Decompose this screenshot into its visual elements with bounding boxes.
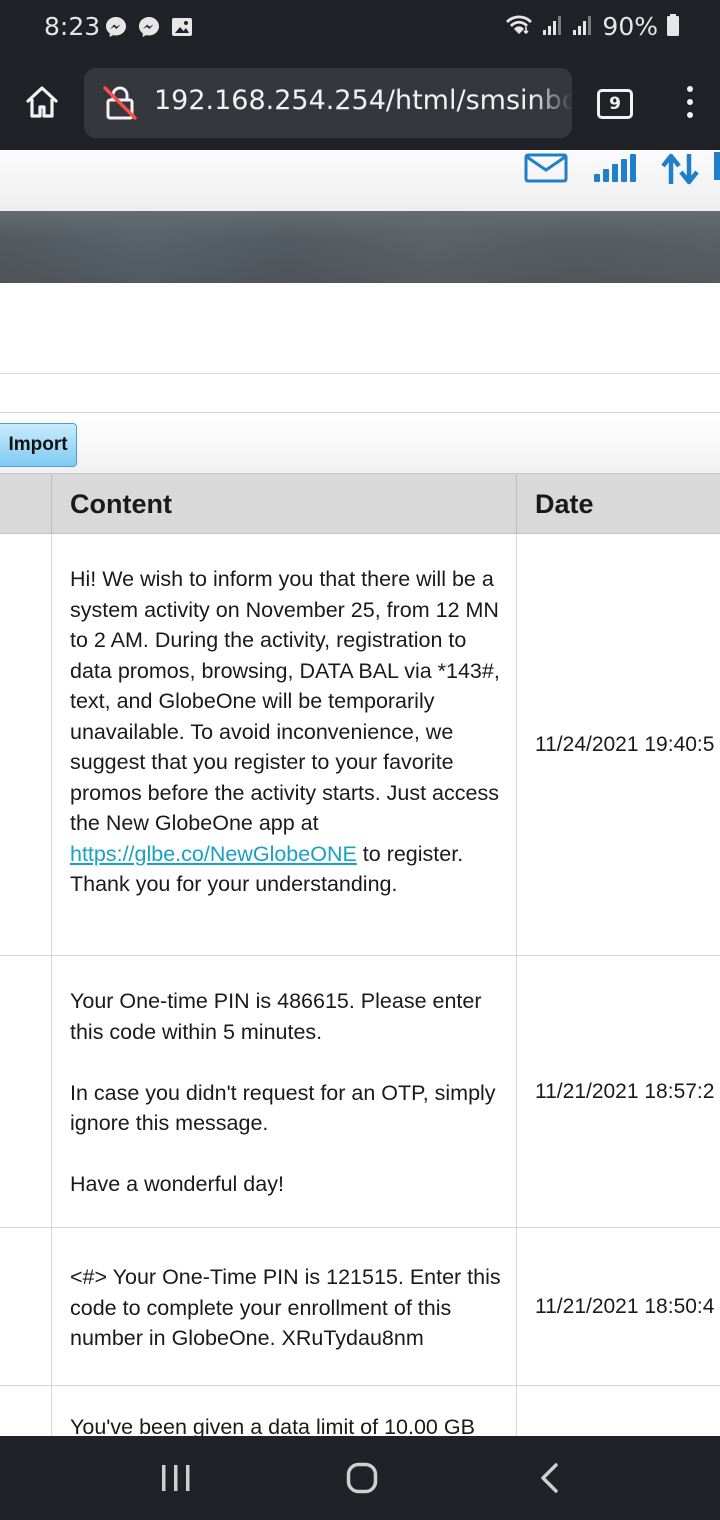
router-header bbox=[0, 150, 720, 212]
gallery-icon bbox=[170, 15, 194, 39]
header-icon-partial bbox=[714, 152, 720, 180]
import-button[interactable]: Import bbox=[0, 423, 77, 467]
signal-strength-icon bbox=[592, 152, 640, 184]
recent-apps-icon[interactable] bbox=[160, 1463, 192, 1493]
message-content-cell: <#> Your One-Time PIN is 121515. Enter t… bbox=[51, 1228, 517, 1385]
checkbox-column-header bbox=[0, 474, 52, 534]
row-select-cell[interactable] bbox=[0, 534, 52, 955]
message-text: You've been given a data limit of 10.00 … bbox=[70, 1415, 475, 1436]
message-date: 11/21/2021 18:57:2 bbox=[516, 956, 720, 1227]
message-content-cell: Hi! We wish to inform you that there wil… bbox=[51, 534, 517, 955]
message-text: Hi! We wish to inform you that there wil… bbox=[70, 567, 500, 896]
table-row[interactable]: Hi! We wish to inform you that there wil… bbox=[0, 534, 720, 956]
message-date bbox=[516, 1386, 720, 1436]
content-column-header[interactable]: Content bbox=[51, 474, 517, 534]
not-secure-lock-icon[interactable] bbox=[102, 84, 140, 122]
divider bbox=[0, 373, 720, 374]
message-date: 11/24/2021 19:40:5 bbox=[516, 534, 720, 955]
status-time: 8:23 bbox=[44, 12, 101, 41]
table-header: Content Date bbox=[0, 474, 720, 534]
sms-toolbar: Import bbox=[0, 412, 720, 474]
wifi-icon bbox=[504, 13, 534, 41]
row-select-cell[interactable] bbox=[0, 1386, 52, 1436]
back-icon[interactable] bbox=[538, 1462, 560, 1494]
message-text: Your One-time PIN is 486615. Please ente… bbox=[70, 989, 496, 1196]
message-content-cell: You've been given a data limit of 10.00 … bbox=[51, 1386, 517, 1436]
signal-2-icon bbox=[572, 13, 594, 41]
url-text[interactable]: 192.168.254.254/html/smsinbox bbox=[154, 85, 572, 116]
tab-switcher-button[interactable]: 9 bbox=[597, 89, 633, 119]
table-row[interactable]: Your One-time PIN is 486615. Please ente… bbox=[0, 956, 720, 1228]
notification-icons bbox=[104, 15, 194, 39]
message-link[interactable]: https://glbe.co/NewGlobeONE bbox=[70, 842, 357, 866]
battery-icon bbox=[666, 13, 680, 41]
row-select-cell[interactable] bbox=[0, 956, 52, 1227]
browser-toolbar: 192.168.254.254/html/smsinbox 9 bbox=[0, 56, 720, 150]
table-row[interactable]: <#> Your One-Time PIN is 121515. Enter t… bbox=[0, 1228, 720, 1386]
status-indicators: 90% bbox=[504, 12, 680, 41]
messenger-icon bbox=[104, 15, 128, 39]
mail-icon[interactable] bbox=[524, 152, 568, 184]
message-content-cell: Your One-time PIN is 486615. Please ente… bbox=[51, 956, 517, 1227]
messenger-icon bbox=[137, 15, 161, 39]
header-banner-shade bbox=[0, 211, 720, 283]
url-fade bbox=[532, 68, 572, 138]
more-options-icon[interactable] bbox=[680, 86, 700, 122]
navigation-bar bbox=[0, 1436, 720, 1520]
row-select-cell[interactable] bbox=[0, 1228, 52, 1385]
url-bar[interactable]: 192.168.254.254/html/smsinbox bbox=[84, 68, 572, 138]
message-text: <#> Your One-Time PIN is 121515. Enter t… bbox=[70, 1265, 501, 1350]
status-bar: 8:23 90% bbox=[0, 0, 720, 56]
home-nav-icon[interactable] bbox=[346, 1462, 378, 1494]
sms-table: Content Date Hi! We wish to inform you t… bbox=[0, 474, 720, 1436]
table-row[interactable]: You've been given a data limit of 10.00 … bbox=[0, 1386, 720, 1436]
web-page: Import Content Date Hi! We wish to infor… bbox=[0, 150, 720, 1436]
signal-1-icon bbox=[542, 13, 564, 41]
home-icon[interactable] bbox=[22, 82, 62, 122]
data-transfer-icon bbox=[660, 152, 700, 186]
date-column-header[interactable]: Date bbox=[516, 474, 720, 534]
battery-percent: 90% bbox=[602, 12, 658, 41]
message-date: 11/21/2021 18:50:4 bbox=[516, 1228, 720, 1385]
